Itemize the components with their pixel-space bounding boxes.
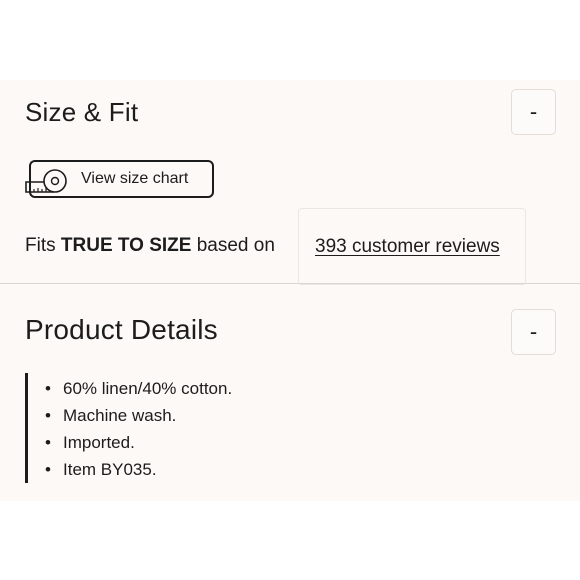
bullet: •	[45, 460, 51, 479]
view-size-chart-button[interactable]: View size chart	[25, 160, 214, 198]
size-fit-title: Size & Fit	[25, 97, 139, 127]
bullet: •	[45, 379, 51, 398]
fit-summary: Fits TRUE TO SIZE based on	[25, 230, 275, 262]
fit-prefix: Fits	[25, 235, 56, 256]
view-size-chart-label: View size chart	[81, 170, 189, 187]
list-item: • Item BY035.	[45, 456, 232, 483]
list-item: • Imported.	[45, 429, 232, 456]
size-fit-collapse-button[interactable]: -	[511, 89, 556, 135]
fit-emphasis: TRUE TO SIZE	[60, 235, 192, 256]
list-item-text: Imported.	[63, 433, 135, 452]
list-item-text: 60% linen/40% cotton.	[63, 379, 233, 398]
product-details-list-container: • 60% linen/40% cotton. • Machine wash. …	[25, 373, 428, 483]
list-item: • Machine wash.	[45, 402, 232, 429]
bullet: •	[45, 433, 51, 452]
product-details-list: • 60% linen/40% cotton. • Machine wash. …	[45, 375, 232, 483]
product-details-collapse-button[interactable]: -	[511, 309, 556, 355]
measuring-tape-icon	[25, 169, 67, 193]
list-item-text: Machine wash.	[63, 406, 177, 425]
size-fit-section: Size & Fit - View size chart Fits TRUE T…	[0, 80, 580, 285]
fit-suffix: based on	[196, 235, 275, 256]
list-item-text: Item BY035.	[63, 460, 157, 479]
section-divider	[0, 283, 580, 284]
customer-reviews-link[interactable]: 393 customer reviews	[315, 231, 500, 263]
product-details-title: Product Details	[25, 314, 218, 345]
product-info-panel: Size & Fit - View size chart Fits TRUE T…	[0, 80, 580, 501]
list-item: • 60% linen/40% cotton.	[45, 375, 232, 402]
bullet: •	[45, 406, 51, 425]
customer-reviews-box: 393 customer reviews	[298, 208, 526, 285]
